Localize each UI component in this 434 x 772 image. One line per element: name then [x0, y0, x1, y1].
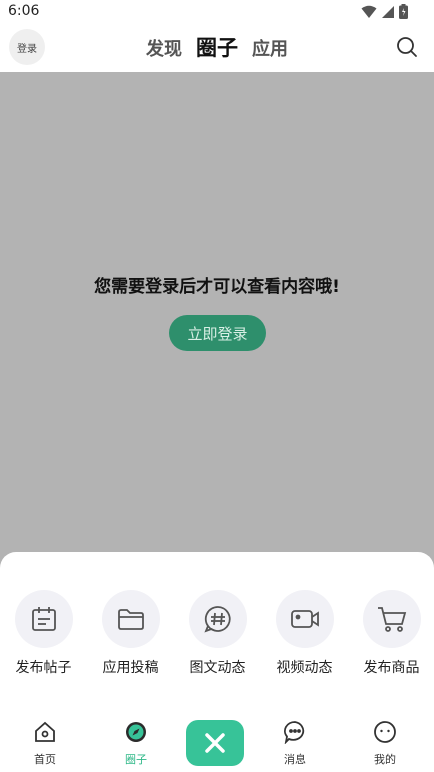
tab-circle[interactable]: 圈子 [196, 32, 238, 62]
nav-label: 我的 [374, 753, 396, 766]
submit-app-action[interactable]: 应用投稿 [87, 590, 174, 677]
login-required-message: 您需要登录后才可以查看内容哦! [94, 277, 340, 297]
nav-profile[interactable]: 我的 [355, 720, 415, 767]
tab-apps[interactable]: 应用 [252, 35, 288, 61]
action-label: 图文动态 [189, 660, 246, 676]
action-label: 应用投稿 [102, 660, 159, 676]
action-label: 发布帖子 [15, 660, 72, 676]
publish-post-action[interactable]: 发布帖子 [0, 590, 87, 677]
folder-icon [117, 609, 144, 630]
login-now-button[interactable]: 立即登录 [169, 315, 266, 351]
image-post-action[interactable]: 图文动态 [174, 590, 261, 677]
top-bar: 登录 发现 圈子 应用 [0, 24, 434, 72]
nav-label: 首页 [34, 753, 56, 766]
smiley-face-icon [374, 721, 396, 743]
header-tabs: 发现 圈子 应用 [0, 32, 434, 62]
bottom-nav: 首页 圈子 消息 我的 [0, 712, 434, 772]
search-icon[interactable] [396, 36, 418, 58]
publish-product-action[interactable]: 发布商品 [348, 590, 434, 677]
shopping-cart-icon [377, 607, 406, 632]
calendar-icon [31, 607, 56, 631]
home-icon [35, 721, 55, 742]
close-icon [205, 733, 225, 753]
wifi-icon [361, 5, 377, 18]
chat-bubble-icon [284, 721, 305, 745]
cellular-signal-icon [382, 5, 394, 18]
tab-discover[interactable]: 发现 [146, 35, 182, 61]
nav-circle[interactable]: 圈子 [106, 720, 166, 767]
nav-home[interactable]: 首页 [15, 720, 75, 767]
battery-icon [399, 4, 408, 19]
nav-label: 圈子 [125, 753, 147, 766]
system-icons [361, 4, 408, 19]
status-time: 6:06 [8, 3, 40, 19]
status-bar: 6:06 [0, 0, 434, 24]
video-camera-icon [290, 610, 319, 628]
hashtag-chat-icon [203, 606, 231, 633]
video-post-action[interactable]: 视频动态 [261, 590, 348, 677]
nav-messages[interactable]: 消息 [265, 720, 325, 767]
action-label: 视频动态 [276, 660, 333, 676]
action-label: 发布商品 [363, 660, 420, 676]
close-publish-button[interactable] [186, 720, 244, 766]
dimmed-content-area: 您需要登录后才可以查看内容哦! 立即登录 [0, 72, 434, 552]
compass-icon [126, 722, 146, 742]
nav-label: 消息 [284, 753, 306, 766]
